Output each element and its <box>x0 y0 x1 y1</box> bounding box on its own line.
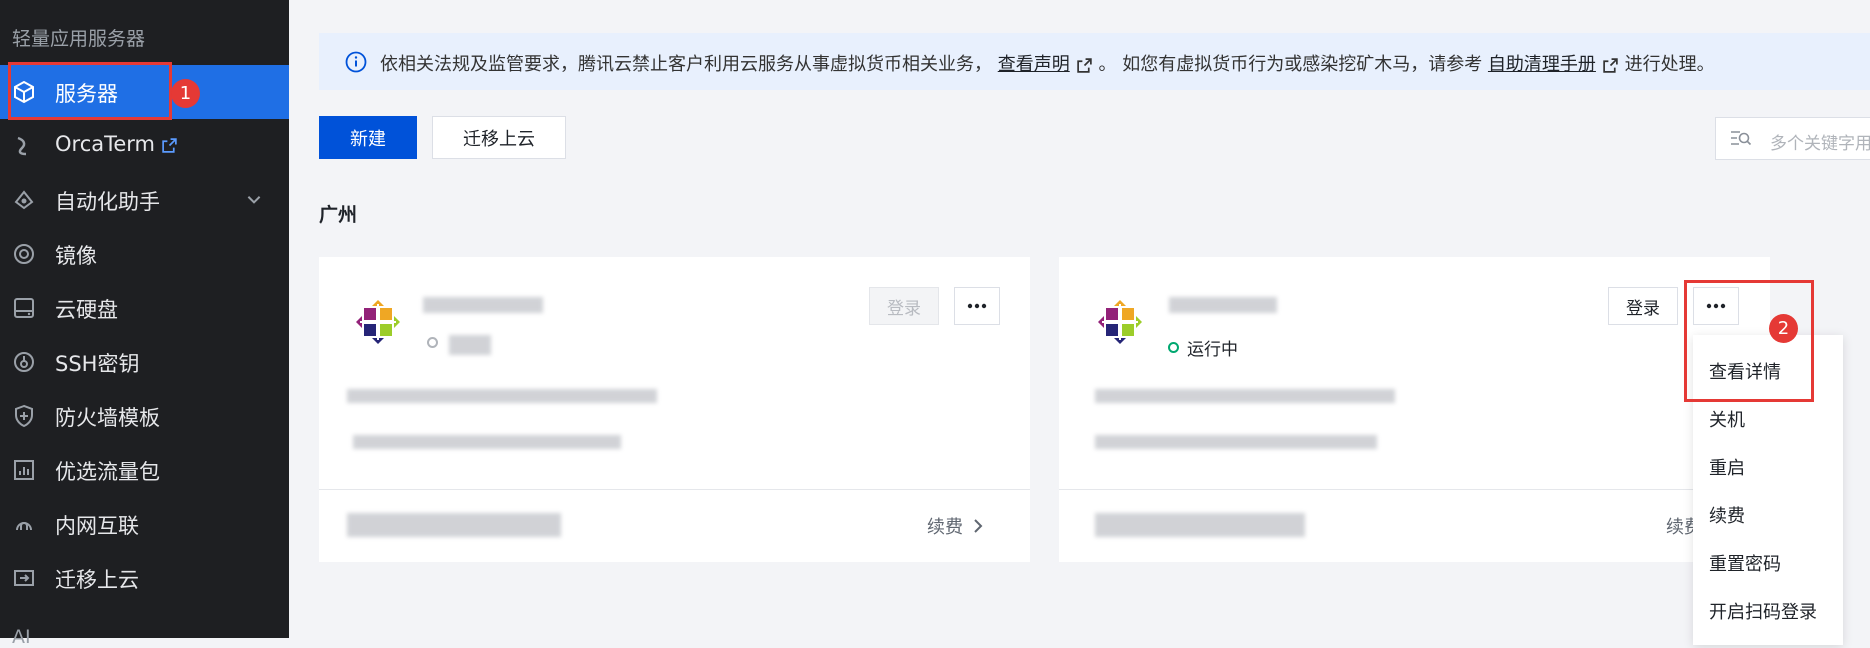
disk-icon <box>14 298 34 318</box>
notice-banner: 依相关法规及监管要求，腾讯云禁止客户利用云服务从事虚拟货币相关业务， 查看声明 … <box>319 33 1870 90</box>
sidebar-item-label: 镜像 <box>55 244 97 268</box>
redacted-info-line <box>1095 389 1395 403</box>
chevron-right-icon <box>974 519 983 533</box>
sidebar-item-ssh-keys[interactable]: SSH密钥 <box>0 335 289 389</box>
sidebar-item-label: 迁移上云 <box>55 568 139 592</box>
instance-status: 运行中 <box>1168 335 1238 360</box>
renew-label: 续费 <box>927 517 963 538</box>
redacted-status <box>449 335 491 355</box>
search-placeholder: 多个关键字用 <box>1770 134 1870 154</box>
server-card-1: 登录 续费 <box>319 257 1030 562</box>
sidebar-item-traffic-packages[interactable]: 优选流量包 <box>0 443 289 497</box>
centos-logo-icon <box>1098 300 1142 344</box>
server-card-2: 运行中 登录 续费 <box>1059 257 1770 562</box>
centos-logo-icon <box>356 300 400 344</box>
region-title: 广州 <box>319 204 358 226</box>
sidebar: 轻量应用服务器 服务器 1 OrcaTerm 自动化助手 镜像 云硬盘 SSH密… <box>0 0 289 648</box>
status-dot-icon <box>427 337 438 348</box>
new-button[interactable]: 新建 <box>319 116 417 159</box>
external-link-icon <box>1077 57 1092 73</box>
sidebar-item-firewall-templates[interactable]: 防火墙模板 <box>0 389 289 443</box>
notice-text: 进行处理。 <box>1624 54 1715 75</box>
highlight-box-servers <box>8 62 172 120</box>
ellipsis-icon <box>967 303 987 309</box>
highlight-box-view-details <box>1684 280 1814 402</box>
menu-item-qr-login[interactable]: 开启扫码登录 <box>1709 598 1817 624</box>
redacted-instance-name <box>1169 297 1277 313</box>
sidebar-item-label: 内网互联 <box>55 514 139 538</box>
traffic-icon <box>14 460 34 480</box>
info-icon <box>345 51 367 73</box>
sidebar-item-label: 防火墙模板 <box>55 406 160 430</box>
automation-icon <box>14 190 34 210</box>
sidebar-item-automation[interactable]: 自动化助手 <box>0 173 289 227</box>
redacted-info-line <box>353 435 621 449</box>
annotation-badge-1: 1 <box>171 79 200 108</box>
sidebar-item-orcaterm[interactable]: OrcaTerm <box>0 119 289 173</box>
card-divider <box>1059 489 1770 490</box>
redacted-expiry <box>1095 513 1305 537</box>
more-actions-button[interactable] <box>954 287 1000 325</box>
network-icon <box>16 522 32 531</box>
annotation-badge-2: 2 <box>1769 314 1798 343</box>
sidebar-item-images[interactable]: 镜像 <box>0 227 289 281</box>
sidebar-item-intranet[interactable]: 内网互联 <box>0 497 289 551</box>
status-text: 运行中 <box>1187 340 1238 360</box>
view-statement-link[interactable]: 查看声明 <box>998 54 1070 75</box>
sidebar-item-label: 优选流量包 <box>55 460 160 484</box>
redacted-info-line <box>1095 435 1377 449</box>
external-link-icon <box>162 137 177 153</box>
redacted-instance-name <box>423 297 543 313</box>
notice-text: 依相关法规及监管要求，腾讯云禁止客户利用云服务从事虚拟货币相关业务， <box>380 54 992 75</box>
renew-link[interactable]: 续费 <box>927 513 983 539</box>
sidebar-item-label: OrcaTerm <box>55 132 156 156</box>
external-link-icon <box>1603 57 1618 73</box>
card-divider <box>319 489 1030 490</box>
migrate-to-cloud-button[interactable]: 迁移上云 <box>432 116 566 159</box>
redacted-info-line <box>347 389 657 403</box>
menu-item-renew[interactable]: 续费 <box>1709 502 1745 528</box>
sidebar-item-label: SSH密钥 <box>55 352 140 376</box>
image-icon <box>14 244 34 264</box>
menu-item-reset-password[interactable]: 重置密码 <box>1709 550 1781 576</box>
redacted-expiry <box>347 513 561 537</box>
sidebar-item-label: 自动化助手 <box>55 190 160 214</box>
shield-icon <box>15 404 33 428</box>
sidebar-item-cloud-disk[interactable]: 云硬盘 <box>0 281 289 335</box>
chevron-down-icon[interactable] <box>245 190 263 208</box>
login-button-disabled[interactable]: 登录 <box>869 287 939 325</box>
login-button[interactable]: 登录 <box>1608 287 1678 325</box>
sidebar-item-migrate[interactable]: 迁移上云 <box>0 551 289 605</box>
search-input[interactable]: 多个关键字用 <box>1715 117 1870 160</box>
key-icon <box>14 352 34 372</box>
self-clean-manual-link[interactable]: 自助清理手册 <box>1488 54 1596 75</box>
search-filter-icon <box>1731 131 1752 146</box>
migrate-icon <box>14 570 34 586</box>
status-dot-icon <box>1168 342 1179 353</box>
sidebar-title: 轻量应用服务器 <box>12 28 146 50</box>
terminal-icon <box>17 136 27 156</box>
notice-text: 。 如您有虚拟货币行为或感染挖矿木马，请参考 <box>1098 54 1483 75</box>
menu-item-shutdown[interactable]: 关机 <box>1709 406 1745 432</box>
menu-item-restart[interactable]: 重启 <box>1709 454 1745 480</box>
sidebar-item-partial: AI <box>12 626 31 648</box>
instance-status <box>427 337 446 348</box>
sidebar-item-label: 云硬盘 <box>55 298 118 322</box>
